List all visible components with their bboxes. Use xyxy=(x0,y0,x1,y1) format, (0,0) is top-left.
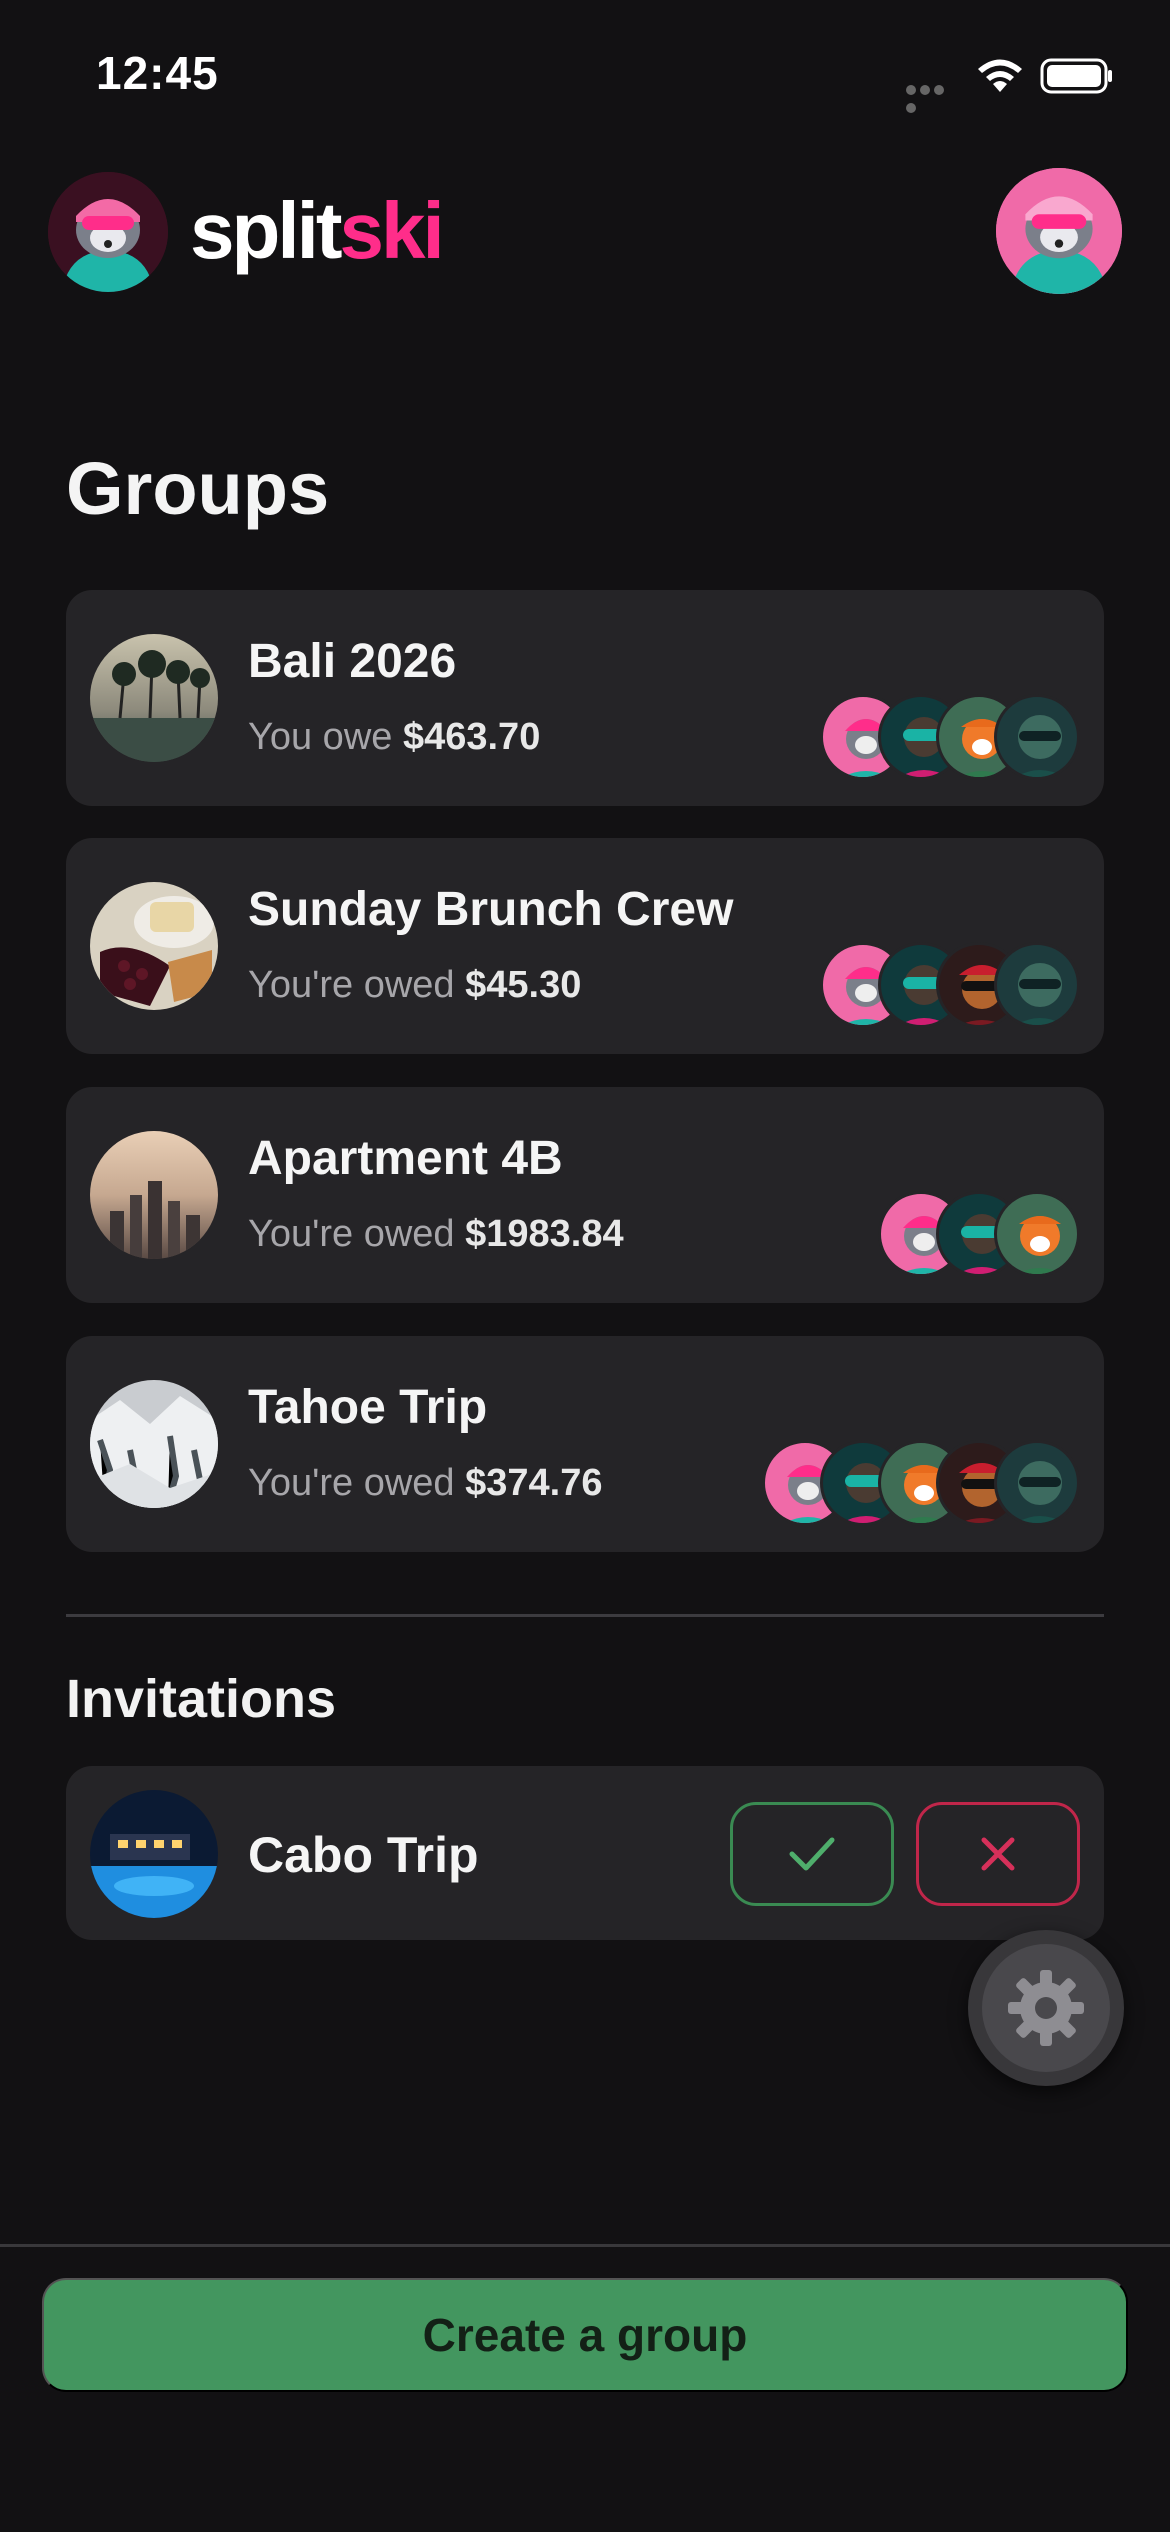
page-title: Groups xyxy=(66,447,330,530)
group-balance: You're owed $374.76 xyxy=(248,1462,603,1505)
group-card-apartment[interactable]: Apartment 4B You're owed $1983.84 xyxy=(66,1087,1104,1303)
settings-button[interactable] xyxy=(968,1930,1124,2086)
brand-part-2: ski xyxy=(339,186,444,275)
wifi-icon xyxy=(978,59,1022,92)
group-photo xyxy=(90,1380,218,1508)
member-avatar xyxy=(994,694,1080,780)
app-screen: 12:45 splitski Groups Bali 2026 You owe … xyxy=(0,0,1170,2532)
user-avatar-icon xyxy=(996,168,1122,294)
group-card-bali[interactable]: Bali 2026 You owe $463.70 xyxy=(66,590,1104,806)
group-balance: You're owed $45.30 xyxy=(248,964,581,1007)
group-name: Apartment 4B xyxy=(248,1132,563,1185)
member-avatar xyxy=(994,942,1080,1028)
brand-logo: splitski xyxy=(190,186,445,276)
balance-amount: $374.76 xyxy=(465,1462,603,1504)
accept-invitation-button[interactable] xyxy=(730,1802,894,1906)
invitation-card-cabo: Cabo Trip xyxy=(66,1766,1104,1940)
group-photo xyxy=(90,882,218,1010)
profile-avatar-button[interactable] xyxy=(996,168,1122,294)
footer-divider xyxy=(0,2244,1170,2247)
balance-amount: $463.70 xyxy=(402,716,541,758)
invitations-title: Invitations xyxy=(66,1669,337,1729)
group-balance: You're owed $1983.84 xyxy=(248,1213,624,1256)
balance-label: You're owed xyxy=(248,1213,455,1255)
balance-amount: $1983.84 xyxy=(465,1213,624,1255)
group-name: Sunday Brunch Crew xyxy=(248,883,734,936)
group-card-sunday-brunch[interactable]: Sunday Brunch Crew You're owed $45.30 xyxy=(66,838,1104,1054)
invitation-name: Cabo Trip xyxy=(248,1827,479,1883)
member-avatar xyxy=(994,1440,1080,1526)
brand-part-1: split xyxy=(190,186,342,275)
member-avatars xyxy=(878,1191,1080,1277)
balance-label: You're owed xyxy=(248,1462,455,1504)
section-divider xyxy=(66,1614,1104,1617)
app-logo-avatar xyxy=(48,172,168,292)
decline-invitation-button[interactable] xyxy=(916,1802,1080,1906)
raccoon-mascot-icon xyxy=(48,172,168,292)
create-group-button[interactable]: Create a group xyxy=(42,2278,1128,2392)
settings-button-inner xyxy=(982,1944,1110,2072)
member-avatar xyxy=(994,1191,1080,1277)
member-avatars xyxy=(820,694,1080,780)
status-time: 12:45 xyxy=(96,47,219,99)
member-avatars xyxy=(762,1440,1080,1526)
member-avatars xyxy=(820,942,1080,1028)
balance-amount: $45.30 xyxy=(465,964,582,1006)
cellular-icon xyxy=(906,82,960,113)
group-card-tahoe[interactable]: Tahoe Trip You're owed $374.76 xyxy=(66,1336,1104,1552)
balance-label: You owe xyxy=(248,716,393,758)
group-name: Tahoe Trip xyxy=(248,1381,488,1434)
group-photo xyxy=(90,1131,218,1259)
gear-icon xyxy=(1008,1970,1084,2046)
close-icon xyxy=(981,1837,1015,1871)
group-balance: You owe $463.70 xyxy=(248,716,540,759)
group-photo xyxy=(90,634,218,762)
check-icon xyxy=(789,1837,835,1871)
invitation-photo xyxy=(90,1790,218,1918)
group-name: Bali 2026 xyxy=(248,635,457,688)
balance-label: You're owed xyxy=(248,964,455,1006)
battery-icon xyxy=(1040,58,1112,94)
